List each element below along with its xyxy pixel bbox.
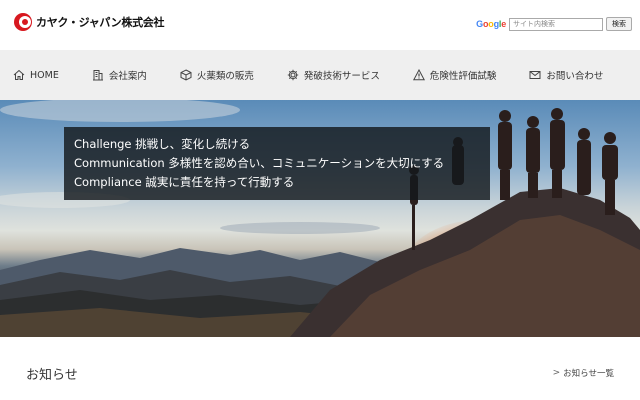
nav-item-hazard[interactable]: 危険性評価試験: [412, 50, 497, 100]
logo-mark-icon: [14, 13, 32, 31]
nav-item-label: 火薬類の販売: [196, 71, 254, 82]
news-list-link[interactable]: > お知らせ一覧: [553, 367, 614, 379]
nav-item-label: HOME: [30, 69, 59, 81]
chevron-right-icon: >: [552, 368, 561, 378]
nav-item-label: お問い合わせ: [546, 71, 604, 82]
nav-item-sales[interactable]: 火薬類の販売: [180, 50, 254, 100]
nav-item-label: 危険性評価試験: [429, 71, 497, 82]
nav-item-contact[interactable]: お問い合わせ: [529, 50, 603, 100]
nav-item-home[interactable]: HOME: [13, 50, 59, 100]
mail-icon: [529, 71, 541, 79]
home-icon: [13, 69, 25, 80]
motto-challenge: Challenge 挑戦し、変化し続ける: [74, 137, 251, 151]
site-search: Google 検索: [476, 17, 632, 31]
nav-item-blasting[interactable]: 発破技術サービス: [287, 50, 380, 100]
logo-text: カヤク・ジャパン株式会社: [36, 16, 165, 29]
nav-item-label: 会社案内: [108, 71, 147, 82]
google-logo: Google: [476, 19, 506, 29]
nav-item-label: 発破技術サービス: [303, 71, 380, 82]
search-input[interactable]: [509, 17, 603, 31]
news-heading: お知らせ: [26, 368, 78, 383]
motto-communication: Communication 多様性を認め合い、コミュニケーションを大切にする: [74, 156, 445, 170]
motto-compliance: Compliance 誠実に責任を持って行動する: [74, 175, 295, 189]
gear-icon: [287, 69, 299, 81]
nav-item-company[interactable]: 会社案内: [92, 50, 147, 100]
building-icon: [92, 70, 103, 81]
main-nav: HOME 会社案内 火薬類の販売 発破技術サービス 危険性評価試験 お問い合わせ: [0, 50, 640, 100]
motto-box: Challenge 挑戦し、変化し続ける Communication 多様性を認…: [64, 127, 490, 200]
search-button[interactable]: 検索: [606, 17, 632, 31]
box-icon: [180, 69, 192, 81]
site-header: カヤク・ジャパン株式会社 Google 検索: [0, 0, 640, 50]
warning-icon: [412, 69, 425, 81]
hero-banner: Challenge 挑戦し、変化し続ける Communication 多様性を認…: [0, 100, 640, 337]
site-logo[interactable]: カヤク・ジャパン株式会社: [14, 12, 164, 32]
news-list-link-label: お知らせ一覧: [563, 369, 614, 379]
